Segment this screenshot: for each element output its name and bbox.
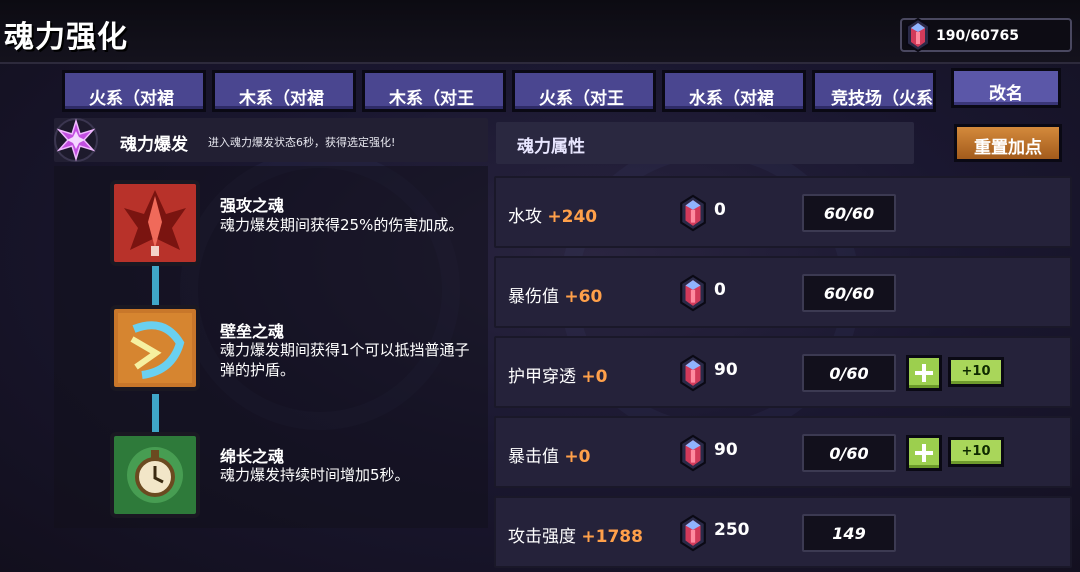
attribute-cost: 90 [714,360,738,380]
attribute-bonus: +60 [564,287,603,307]
attribute-name: 暴伤值 [508,287,559,307]
attribute-cost: 250 [714,520,750,540]
reset-points-button[interactable]: 重置加点 [954,124,1062,162]
soul-crystal-icon [680,274,706,312]
skill-name: 强攻之魂 [220,196,285,215]
attribute-progress: 0/60 [802,354,896,392]
tab-build-2[interactable]: 木系（对裙 [212,70,356,112]
attribute-bonus: +1788 [581,527,643,547]
skill-name: 绵长之魂 [220,447,285,466]
skill-description: 魂力爆发期间获得25%的伤害加成。 [220,216,464,234]
attribute-row-attack-power: 攻击强度 +1788 250 149 [494,496,1072,568]
attribute-cost: 0 [714,280,726,300]
attribute-name: 攻击强度 [508,527,576,547]
currency-value: 190/60765 [936,28,1020,44]
attribute-row-crit-rate: 暴击值 +0 90 0/60 +10 [494,416,1072,488]
soul-burst-star-icon [54,118,98,162]
skill-connector [152,394,159,434]
endurance-soul-icon[interactable] [110,432,200,518]
page-title: 魂力强化 [4,20,128,55]
add-point-button[interactable] [906,355,942,391]
attribute-name: 水攻 [508,207,542,227]
skill-name: 壁垒之魂 [220,322,285,341]
tab-build-4[interactable]: 火系（对王 [512,70,656,112]
rename-button[interactable]: 改名 [951,68,1061,108]
soul-crystal-icon [906,18,930,52]
skill-connector [152,265,159,305]
attribute-row-armor-penetration: 护甲穿透 +0 90 0/60 +10 [494,336,1072,408]
attribute-name: 暴击值 [508,447,559,467]
add-ten-button[interactable]: +10 [948,437,1004,467]
soul-crystal-icon [680,434,706,472]
attribute-name: 护甲穿透 [508,367,576,387]
attribute-row-water-attack: 水攻 +240 0 60/60 [494,176,1072,248]
tab-build-1[interactable]: 火系（对裙 [62,70,206,112]
soul-crystal-icon [680,354,706,392]
attribute-bonus: +0 [581,367,608,387]
barrier-soul-icon[interactable] [110,305,200,391]
tab-build-6[interactable]: 竞技场（火系 [812,70,936,112]
tab-build-5[interactable]: 水系（对裙 [662,70,806,112]
soul-burst-title: 魂力爆发 [120,135,188,155]
attribute-progress: 0/60 [802,434,896,472]
strike-soul-icon[interactable] [110,180,200,266]
soul-burst-description: 进入魂力爆发状态6秒，获得选定强化! [208,136,396,149]
soul-crystal-icon [680,194,706,232]
attribute-cost: 0 [714,200,726,220]
attribute-row-crit-damage: 暴伤值 +60 0 60/60 [494,256,1072,328]
skill-description: 魂力爆发持续时间增加5秒。 [220,466,410,484]
attribute-cost: 90 [714,440,738,460]
add-point-button[interactable] [906,435,942,471]
top-bar: 魂力强化 190/60765 [0,0,1080,64]
soul-crystal-icon [680,514,706,552]
skill-description: 魂力爆发期间获得1个可以抵挡普通子弹的护盾。 [220,341,470,379]
attribute-progress: 149 [802,514,896,552]
attribute-bonus: +240 [547,207,598,227]
attribute-progress: 60/60 [802,274,896,312]
add-ten-button[interactable]: +10 [948,357,1004,387]
attributes-title: 魂力属性 [517,137,585,157]
attribute-bonus: +0 [564,447,591,467]
tab-build-3[interactable]: 木系（对王 [362,70,506,112]
attribute-progress: 60/60 [802,194,896,232]
currency-display: 190/60765 [900,18,1072,52]
